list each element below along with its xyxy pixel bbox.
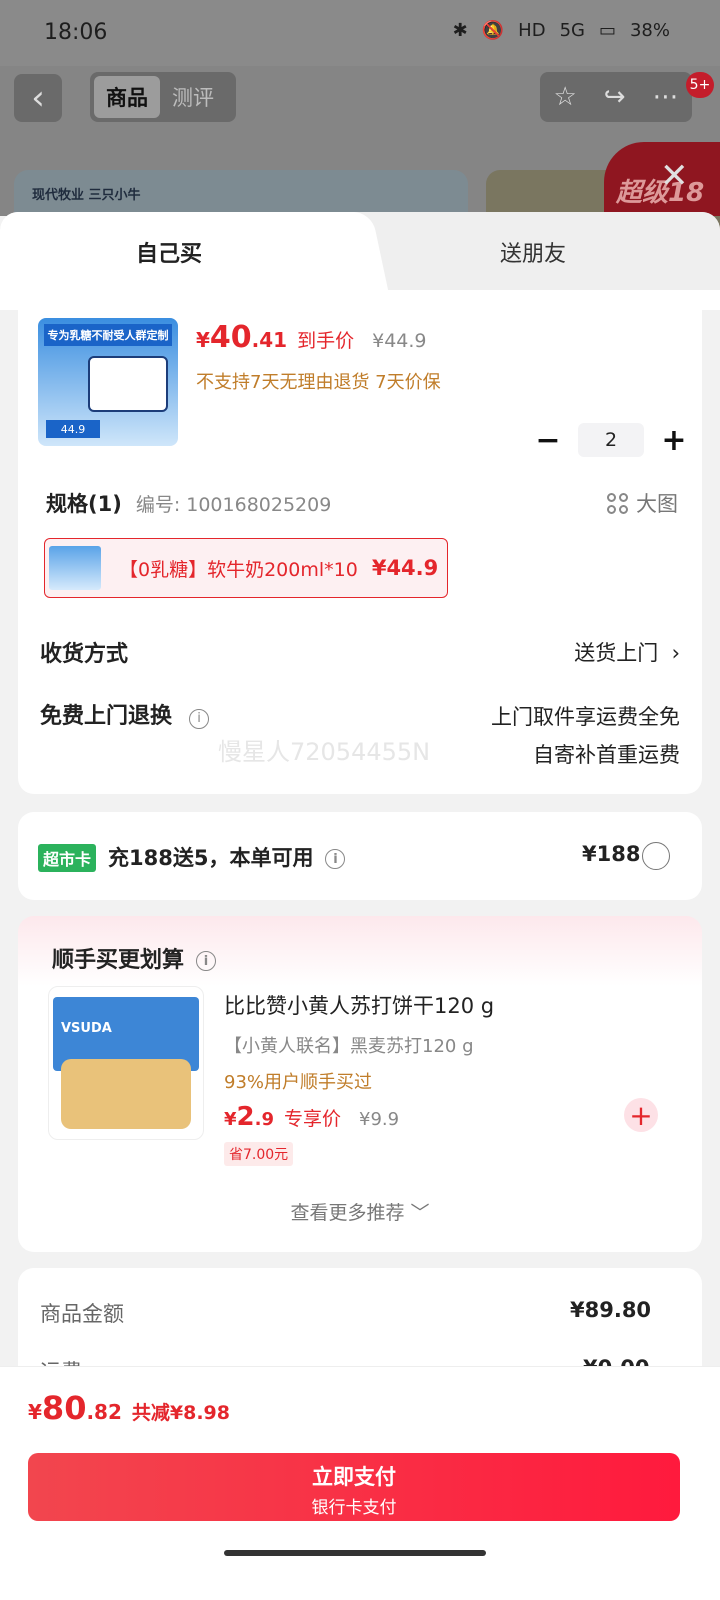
spec-code: 编号: 100168025209 — [135, 493, 332, 516]
spec-thumbnail — [49, 546, 101, 590]
recommend-price: ¥ 2 .9 专享价 ¥9.9 — [224, 1102, 399, 1132]
tab-product[interactable]: 商品 — [94, 76, 160, 118]
return-line-2: 自寄补首重运费 — [533, 743, 680, 767]
supermarket-card-row[interactable]: 超市卡 充188送5，本单可用 i ¥188 — [18, 812, 702, 900]
recommend-image[interactable]: VSUDA — [48, 986, 204, 1140]
delivery-row[interactable]: 收货方式 送货上门 › — [40, 636, 680, 668]
recommend-card: 顺手买更划算 i VSUDA 比比赞小黄人苏打饼干120 g 【小黄人联名】黑麦苏… — [18, 916, 702, 1252]
qty-minus-button[interactable]: − — [530, 422, 566, 458]
bluetooth-icon: ✱ — [452, 20, 468, 41]
battery-icon: ▭ — [598, 20, 616, 41]
info-icon[interactable]: i — [325, 849, 346, 869]
goods-amount-label: 商品金额 — [40, 1302, 124, 1326]
more-recommend-link[interactable]: 查看更多推荐 ﹀ — [18, 1198, 702, 1225]
delivery-label: 收货方式 — [40, 642, 129, 667]
spec-option-label: 【0乳糖】软牛奶200ml*10 — [119, 558, 358, 581]
return-details: 上门取件享运费全免 自寄补首重运费 — [491, 698, 680, 774]
supermarket-card-price: ¥188 — [582, 842, 641, 866]
status-bar: 18:06 ✱ 🔕 HD 5G ▭ 38% — [0, 0, 720, 66]
pay-now-label: 立即支付 — [312, 1465, 396, 1489]
product-price: ¥ 40 .41 到手价 ¥44.9 — [196, 320, 427, 355]
total-currency: ¥ — [28, 1400, 42, 1424]
price-decimal: .41 — [251, 328, 288, 352]
return-row: 免费上门退换 i 上门取件享运费全免 自寄补首重运费 — [40, 698, 680, 767]
tab-self[interactable]: 自己买 — [136, 236, 202, 268]
product-image-title: 专为乳糖不耐受人群定制 — [44, 324, 172, 346]
total-price: ¥ 80 .82 共减¥8.98 — [28, 1389, 230, 1427]
total-discount: 共减¥8.98 — [131, 1402, 230, 1424]
original-price: ¥44.9 — [372, 330, 427, 352]
spec-title: 规格(1) — [46, 492, 122, 516]
milk-carton-graphic — [88, 356, 168, 412]
price-integer: 2 — [236, 1102, 255, 1132]
quantity-stepper: − 2 + — [530, 422, 692, 458]
spec-header: 规格(1) 编号: 100168025209 — [46, 488, 686, 518]
price-decimal: .9 — [254, 1109, 274, 1130]
price-currency: ¥ — [196, 328, 210, 352]
grid-icon — [607, 492, 628, 514]
spec-option-price: ¥44.9 — [371, 556, 439, 580]
price-currency: ¥ — [224, 1109, 237, 1130]
star-icon[interactable]: ☆ — [553, 82, 576, 112]
tab-review[interactable]: 测评 — [160, 76, 226, 118]
big-image-button[interactable]: 大图 — [607, 488, 678, 518]
pay-method-label: 银行卡支付 — [311, 1498, 397, 1518]
signal-icon: 5G — [559, 20, 585, 41]
recommend-subtitle: 【小黄人联名】黑麦苏打120 g — [224, 1036, 474, 1057]
status-icons: ✱ 🔕 HD 5G ▭ 38% — [453, 20, 670, 41]
supermarket-card-badge: 超市卡 — [38, 844, 97, 872]
total-integer: 80 — [41, 1389, 87, 1427]
price-tag: 专享价 — [284, 1108, 342, 1130]
big-image-label: 大图 — [636, 492, 678, 516]
watermark: 慢星人72054455N — [218, 738, 431, 766]
info-icon[interactable]: i — [196, 951, 217, 971]
info-icon[interactable]: i — [189, 708, 210, 729]
battery-level: 38% — [629, 20, 670, 41]
nav-tabs: 商品 测评 — [90, 72, 236, 122]
brand-logos: 现代牧业 三只小牛 — [32, 188, 141, 203]
recommend-name[interactable]: 比比赞小黄人苏打饼干120 g — [224, 990, 494, 1020]
mute-icon: 🔕 — [481, 20, 505, 41]
home-indicator[interactable] — [224, 1550, 486, 1556]
add-recommend-button[interactable]: + — [624, 1098, 658, 1132]
product-image[interactable]: 专为乳糖不耐受人群定制 44.9 — [38, 318, 178, 446]
price-integer: 40 — [209, 320, 252, 355]
product-image-price: 44.9 — [46, 420, 100, 438]
product-card: 专为乳糖不耐受人群定制 44.9 ¥ 40 .41 到手价 ¥44.9 不支持7… — [18, 292, 702, 794]
chevron-right-icon: › — [671, 641, 680, 665]
hd-icon: HD — [518, 20, 546, 41]
nav-actions: ☆ ↪ ⋯ — [540, 72, 692, 122]
spec-option-selected[interactable]: 【0乳糖】软牛奶200ml*10 ¥44.9 — [44, 538, 448, 598]
close-icon[interactable]: ✕ — [660, 156, 689, 196]
goods-amount-value: ¥89.80 — [570, 1298, 652, 1322]
supermarket-card-radio[interactable] — [642, 842, 670, 870]
share-icon[interactable]: ↪ — [604, 82, 626, 112]
qty-plus-button[interactable]: + — [656, 422, 692, 458]
recommend-title: 顺手买更划算 i — [52, 942, 217, 974]
back-button[interactable]: ‹ — [14, 74, 62, 122]
pay-bar: ¥ 80 .82 共减¥8.98 立即支付 银行卡支付 — [0, 1366, 720, 1600]
more-icon[interactable]: ⋯ — [652, 82, 678, 112]
tab-friend[interactable]: 送朋友 — [500, 236, 566, 268]
biscuit-graphic — [61, 1059, 191, 1129]
chevron-left-icon: ‹ — [31, 78, 45, 118]
message-badge: 5+ — [686, 72, 714, 98]
return-line-1: 上门取件享运费全免 — [491, 705, 680, 729]
savings-badge: 省7.00元 — [224, 1142, 294, 1166]
supermarket-card-offer: 充188送5，本单可用 i — [108, 842, 346, 872]
recommend-buy-rate: 93%用户顺手买过 — [224, 1072, 373, 1093]
biscuit-brand: VSUDA — [61, 1021, 112, 1036]
return-label: 免费上门退换 — [40, 704, 173, 729]
delivery-value: 送货上门 › — [574, 641, 680, 665]
total-decimal: .82 — [86, 1400, 122, 1424]
price-tag: 到手价 — [297, 330, 355, 352]
clock: 18:06 — [44, 20, 108, 45]
original-price: ¥9.9 — [359, 1109, 400, 1130]
sheet-tabs: 自己买 送朋友 — [0, 212, 720, 292]
return-policy: 不支持7天无理由退货 7天价保 — [196, 372, 441, 393]
qty-input[interactable]: 2 — [578, 423, 644, 457]
pay-now-button[interactable]: 立即支付 银行卡支付 — [28, 1453, 680, 1521]
